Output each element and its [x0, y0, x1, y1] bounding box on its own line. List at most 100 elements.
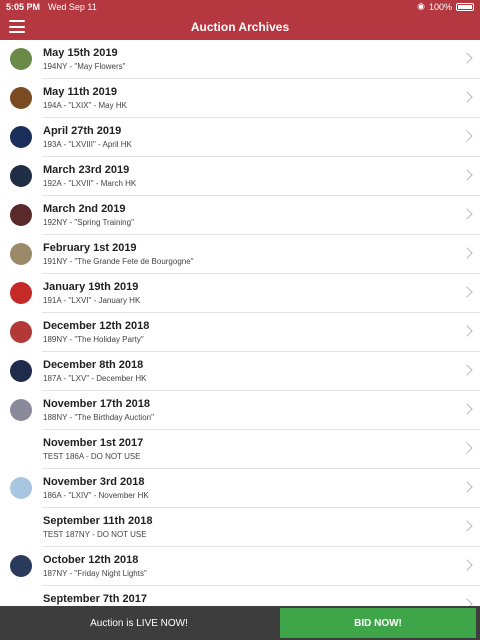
auction-list[interactable]: May 15th 2019 194NY - "May Flowers" May 11… [0, 40, 480, 606]
chevron-right-icon [461, 403, 473, 415]
bottom-bar: Auction is LIVE NOW! BID NOW! [0, 606, 480, 640]
auction-thumbnail [10, 204, 32, 226]
auction-text: November 1st 2017 TEST 186A - DO NOT USE [43, 437, 143, 462]
auction-text: March 23rd 2019 192A - "LXVII" - March HK [43, 164, 136, 189]
auction-subtitle: 186A - "LXIV" - November HK [43, 491, 149, 500]
chevron-right-icon [461, 286, 473, 298]
auction-subtitle: 193A - "LXVIII" - April HK [43, 140, 132, 149]
chevron-right-icon [461, 130, 473, 142]
chevron-right-icon [461, 481, 473, 493]
auction-subtitle: 187A - "LXV" - December HK [43, 374, 147, 383]
auction-text: October 12th 2018 187NY - "Friday Night L… [43, 554, 147, 579]
auction-subtitle: 187NY - "Friday Night Lights" [43, 569, 147, 578]
auction-subtitle: TEST 186A - DO NOT USE [43, 452, 141, 461]
hamburger-menu-icon[interactable] [9, 20, 25, 33]
chevron-right-icon [461, 364, 473, 376]
live-status-text: Auction is LIVE NOW! [90, 617, 188, 629]
auction-date: November 17th 2018 [43, 398, 150, 410]
battery-percent: 100% [428, 1, 452, 12]
auction-date: September 7th 2017 [43, 593, 147, 605]
auction-text: December 12th 2018 189NY - "The Holiday P… [43, 320, 149, 345]
auction-row[interactable]: November 17th 2018 188NY - "The Birthday … [0, 391, 480, 430]
auction-date: September 11th 2018 [43, 515, 153, 527]
auction-thumbnail [10, 321, 32, 343]
auction-text: April 27th 2019 193A - "LXVIII" - April H… [43, 125, 132, 150]
auction-subtitle: 189NY - "The Holiday Party" [43, 335, 144, 344]
auction-date: December 12th 2018 [43, 320, 150, 332]
auction-row[interactable]: January 19th 2019 191A - "LXVI" - January… [0, 274, 480, 313]
auction-date: December 8th 2018 [43, 359, 144, 371]
auction-row[interactable]: September 11th 2018 TEST 187NY - DO NOT U… [0, 508, 480, 547]
auction-thumbnail [10, 126, 32, 148]
auction-row[interactable]: May 15th 2019 194NY - "May Flowers" [0, 40, 480, 79]
auction-thumbnail [10, 477, 32, 499]
auction-row[interactable]: October 12th 2018 187NY - "Friday Night L… [0, 547, 480, 586]
chevron-right-icon [461, 52, 473, 64]
auction-date: February 1st 2019 [43, 242, 137, 254]
auction-subtitle: 191NY - "The Grande Fete de Bourgogne" [43, 257, 194, 266]
status-date: Wed Sep 11 [48, 1, 97, 12]
bid-now-button[interactable]: BID NOW! [280, 608, 476, 638]
auction-date: April 27th 2019 [43, 125, 122, 137]
auction-date: March 23rd 2019 [43, 164, 130, 176]
auction-date: November 1st 2017 [43, 437, 144, 449]
auction-subtitle: 192NY - "Spring Training" [43, 218, 134, 227]
auction-row[interactable]: March 2nd 2019 192NY - "Spring Training" [0, 196, 480, 235]
auction-subtitle: TEST 187NY - DO NOT USE [43, 530, 147, 539]
auction-subtitle: 194NY - "May Flowers" [43, 62, 126, 71]
chevron-right-icon [461, 247, 473, 259]
auction-text: September 11th 2018 TEST 187NY - DO NOT U… [43, 515, 152, 540]
auction-thumbnail [10, 48, 32, 70]
auction-thumbnail [10, 399, 32, 421]
chevron-right-icon [461, 169, 473, 181]
auction-row[interactable]: March 23rd 2019 192A - "LXVII" - March HK [0, 157, 480, 196]
chevron-right-icon [461, 91, 473, 103]
auction-row[interactable]: May 11th 2019 194A - "LXIX" - May HK [0, 79, 480, 118]
auction-text: May 11th 2019 194A - "LXIX" - May HK [43, 86, 127, 111]
chevron-right-icon [461, 208, 473, 220]
auction-thumbnail [10, 243, 32, 265]
auction-row[interactable]: November 1st 2017 TEST 186A - DO NOT USE [0, 430, 480, 469]
auction-thumbnail [10, 555, 32, 577]
nav-bar: Auction Archives [0, 13, 480, 40]
auction-text: September 7th 2017 [43, 593, 147, 606]
auction-text: February 1st 2019 191NY - "The Grande Fet… [43, 242, 194, 267]
auction-subtitle: 188NY - "The Birthday Auction" [43, 413, 154, 422]
status-time: 5:05 PM [6, 1, 41, 12]
auction-text: November 17th 2018 188NY - "The Birthday … [43, 398, 154, 423]
auction-thumbnail [10, 165, 32, 187]
auction-row[interactable]: November 3rd 2018 186A - "LXIV" - Novembe… [0, 469, 480, 508]
auction-row[interactable]: December 12th 2018 189NY - "The Holiday P… [0, 313, 480, 352]
auction-date: May 15th 2019 [43, 47, 118, 59]
chevron-right-icon [461, 442, 473, 454]
chevron-right-icon [461, 325, 473, 337]
auction-date: March 2nd 2019 [43, 203, 126, 215]
auction-date: May 11th 2019 [43, 86, 117, 98]
auction-thumbnail [10, 360, 32, 382]
auction-subtitle: 191A - "LXVI" - January HK [43, 296, 141, 305]
auction-date: January 19th 2019 [43, 281, 139, 293]
wifi-icon: ◉ [417, 1, 425, 11]
auction-subtitle: 194A - "LXIX" - May HK [43, 101, 127, 110]
auction-text: May 15th 2019 194NY - "May Flowers" [43, 47, 125, 72]
auction-text: March 2nd 2019 192NY - "Spring Training" [43, 203, 134, 228]
auction-text: December 8th 2018 187A - "LXV" - December… [43, 359, 147, 384]
auction-thumbnail [10, 282, 32, 304]
auction-text: November 3rd 2018 186A - "LXIV" - Novembe… [43, 476, 149, 501]
page-title: Auction Archives [190, 19, 290, 34]
auction-thumbnail [10, 87, 32, 109]
battery-icon [456, 2, 474, 11]
auction-date: November 3rd 2018 [43, 476, 145, 488]
auction-date: October 12th 2018 [43, 554, 139, 566]
auction-row[interactable]: September 7th 2017 [0, 586, 480, 606]
chevron-right-icon [461, 598, 473, 606]
auction-row[interactable]: April 27th 2019 193A - "LXVIII" - April H… [0, 118, 480, 157]
auction-subtitle: 192A - "LXVII" - March HK [43, 179, 137, 188]
status-bar: 5:05 PM Wed Sep 11 ◉ 100% [0, 0, 480, 13]
auction-text: January 19th 2019 191A - "LXVI" - January… [43, 281, 140, 306]
auction-row[interactable]: December 8th 2018 187A - "LXV" - December… [0, 352, 480, 391]
chevron-right-icon [461, 520, 473, 532]
status-right: ◉ 100% [417, 1, 474, 12]
chevron-right-icon [461, 559, 473, 571]
auction-row[interactable]: February 1st 2019 191NY - "The Grande Fet… [0, 235, 480, 274]
